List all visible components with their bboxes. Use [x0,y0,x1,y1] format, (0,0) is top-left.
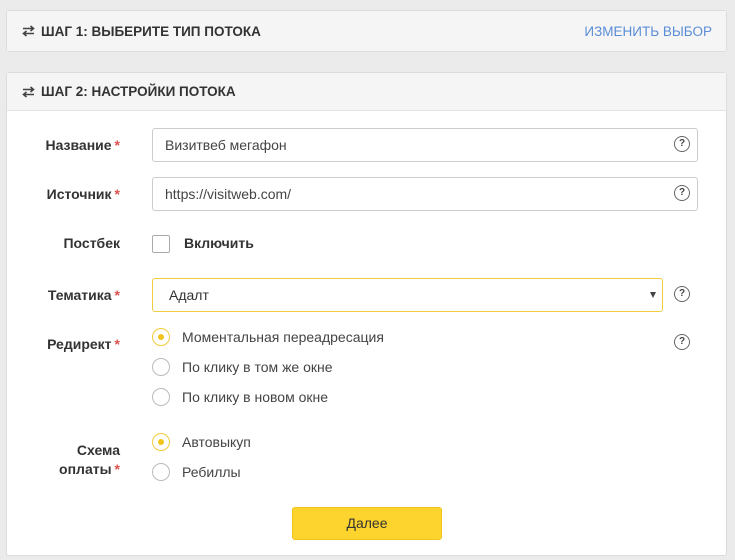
step1-header: ШАГ 1: ВЫБЕРИТЕ ТИП ПОТОКА ИЗМЕНИТЬ ВЫБО… [7,11,726,51]
redirect-help-icon[interactable]: ? [674,334,690,350]
redirect-option-new-window[interactable]: По клику в новом окне [152,387,328,407]
postback-checkbox[interactable] [152,235,170,253]
topic-help-icon[interactable]: ? [674,286,690,302]
step2-panel: ШАГ 2: НАСТРОЙКИ ПОТОКА Название * Визитв… [6,72,727,556]
chevron-down-icon [650,292,656,298]
radio-button[interactable] [152,358,170,376]
radio-button-selected[interactable] [152,433,170,451]
redirect-option-instant[interactable]: Моментальная переадресация [152,327,384,347]
swap-arrows-icon [22,25,35,37]
swap-arrows-icon [22,85,35,98]
payment-option-autobuy[interactable]: Автовыкуп [152,432,251,452]
required-mark: * [114,186,120,202]
radio-button[interactable] [152,463,170,481]
postback-checkbox-label[interactable]: Включить [184,235,254,251]
required-mark: * [114,336,120,352]
required-mark: * [114,287,120,303]
payment-option-rebills[interactable]: Ребиллы [152,462,241,482]
source-label: Источник * [46,186,120,202]
radio-button[interactable] [152,388,170,406]
redirect-label: Редирект * [47,336,120,352]
step2-title: ШАГ 2: НАСТРОЙКИ ПОТОКА [41,84,236,99]
redirect-option-same-window[interactable]: По клику в том же окне [152,357,333,377]
source-help-icon[interactable]: ? [674,185,690,201]
required-mark: * [114,137,120,153]
required-mark: * [114,461,120,477]
change-selection-link[interactable]: ИЗМЕНИТЬ ВЫБОР [584,24,712,39]
topic-select[interactable]: Адалт [152,278,663,312]
radio-button-selected[interactable] [152,328,170,346]
postback-label: Постбек [63,235,120,251]
name-label: Название * [45,137,120,153]
source-input[interactable]: https://visitweb.com/ [152,177,698,211]
name-input[interactable]: Визитвеб мегафон [152,128,698,162]
step1-title: ШАГ 1: ВЫБЕРИТЕ ТИП ПОТОКА [41,23,261,39]
name-help-icon[interactable]: ? [674,136,690,152]
next-button[interactable]: Далее [292,507,442,540]
step2-header: ШАГ 2: НАСТРОЙКИ ПОТОКА [7,73,726,111]
topic-label: Тематика * [47,287,120,303]
payment-scheme-label: Схема оплаты * [59,442,120,477]
step1-panel: ШАГ 1: ВЫБЕРИТЕ ТИП ПОТОКА ИЗМЕНИТЬ ВЫБО… [6,10,727,52]
topic-selected-value: Адалт [169,287,209,303]
